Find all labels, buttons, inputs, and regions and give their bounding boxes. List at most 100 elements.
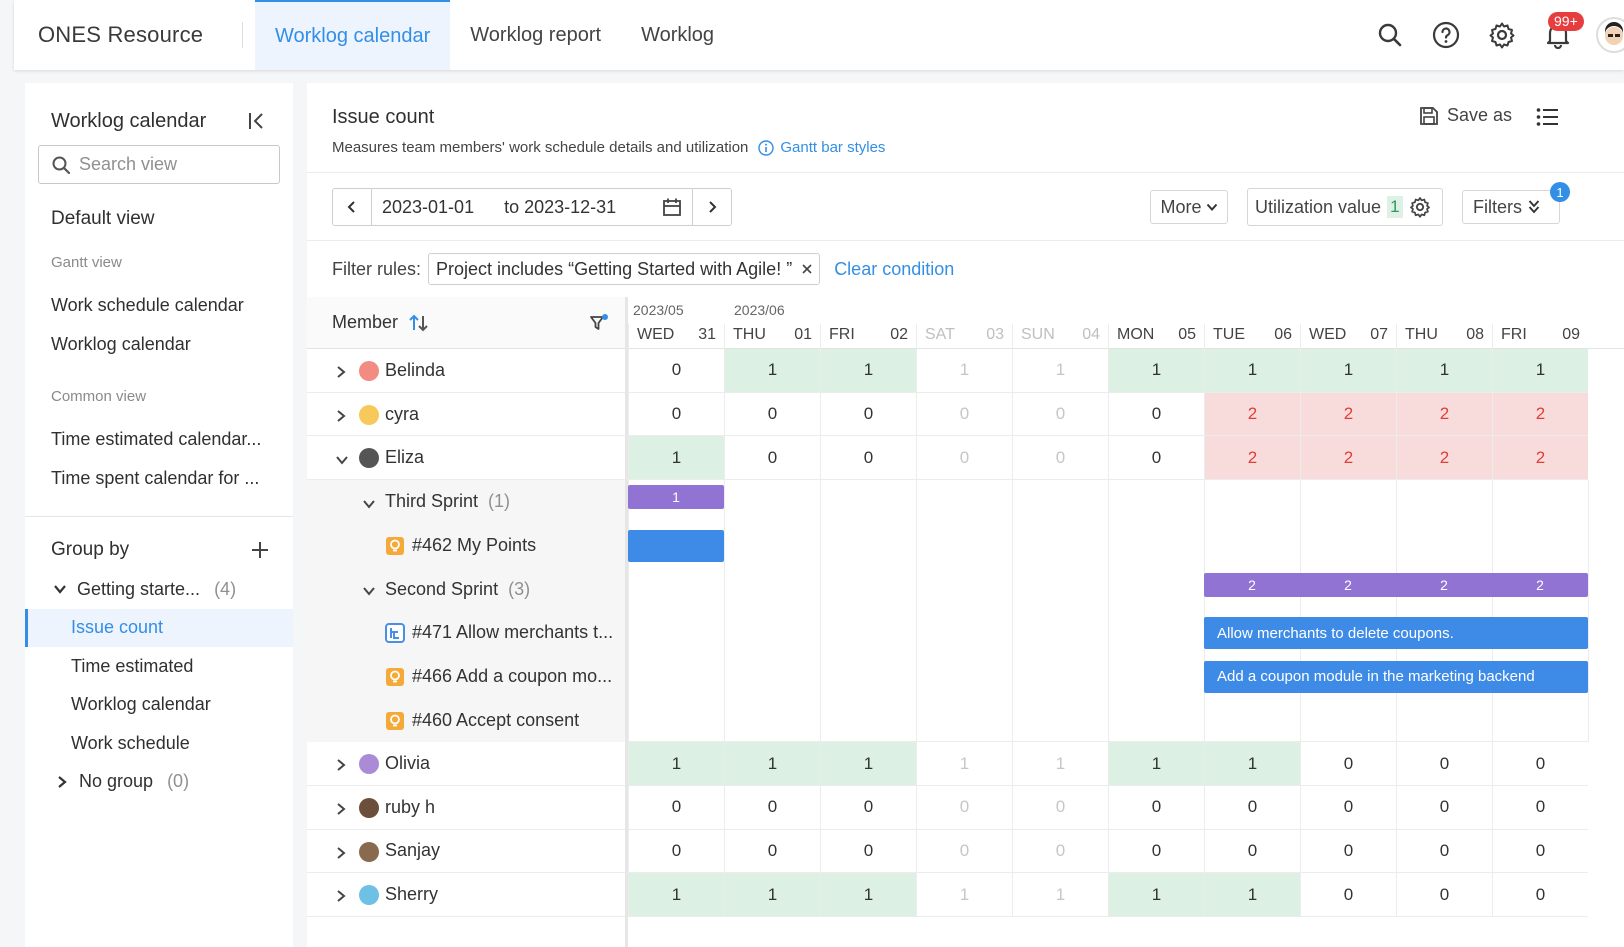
expand-toggle[interactable] [335, 800, 347, 821]
expand-toggle[interactable] [335, 363, 347, 384]
notifications-button[interactable]: 99+ [1530, 7, 1586, 63]
member-row[interactable]: Sanjay [307, 830, 625, 874]
filter-tag[interactable]: Project includes “Getting Started with A… [428, 253, 821, 285]
value-cell[interactable]: 1 [1204, 349, 1300, 393]
close-icon[interactable] [802, 264, 812, 274]
tab-worklog-calendar[interactable]: Worklog calendar [255, 0, 451, 70]
group-getting-started[interactable]: Getting starte... (4) [25, 570, 293, 609]
search-view-field[interactable] [38, 145, 280, 184]
value-cell[interactable]: 0 [1108, 786, 1204, 830]
expand-toggle[interactable] [335, 450, 349, 471]
tab-worklog-report[interactable]: Worklog report [450, 0, 621, 70]
save-as-button[interactable]: Save as [1419, 105, 1512, 126]
value-cell[interactable]: 1 [820, 742, 916, 786]
value-cell[interactable]: 2 [1204, 392, 1300, 437]
value-cell[interactable]: 1 [628, 873, 724, 918]
value-cell[interactable]: 1 [628, 436, 724, 481]
sidebar-item-work-schedule[interactable]: Work schedule [25, 724, 293, 763]
value-cell[interactable]: 1 [1012, 873, 1108, 918]
value-cell[interactable]: 0 [1108, 829, 1204, 874]
value-cell[interactable]: 0 [1108, 392, 1204, 437]
value-cell[interactable]: 2 [1204, 436, 1300, 481]
value-cell[interactable]: 0 [628, 349, 724, 393]
issue-row[interactable]: #462 My Points [307, 523, 625, 568]
value-cell[interactable]: 0 [820, 392, 916, 437]
search-view-input[interactable] [79, 154, 269, 175]
value-cell[interactable]: 0 [1204, 829, 1300, 874]
value-cell[interactable]: 2 [1300, 436, 1396, 481]
value-cell[interactable]: 2 [1396, 436, 1492, 481]
next-range-button[interactable] [693, 189, 731, 225]
member-row[interactable]: Sherry [307, 873, 625, 917]
value-cell[interactable]: 0 [1492, 742, 1588, 786]
sort-button[interactable] [408, 313, 430, 333]
value-cell[interactable]: 0 [1108, 436, 1204, 481]
expand-toggle[interactable] [335, 844, 347, 865]
sprint-row[interactable]: Third Sprint (1) [307, 480, 625, 524]
clear-condition-link[interactable]: Clear condition [834, 259, 954, 280]
expand-toggle[interactable] [362, 494, 376, 515]
group-no-group[interactable]: No group (0) [25, 763, 293, 802]
sidebar-item-worklog-calendar-sub[interactable]: Worklog calendar [25, 686, 293, 725]
value-cell[interactable]: 0 [1396, 829, 1492, 874]
issue-row[interactable]: #460 Accept consent [307, 698, 625, 743]
sprint-bar[interactable]: 2 2 2 2 [1204, 572, 1588, 597]
value-cell[interactable]: 0 [916, 786, 1012, 830]
filters-button[interactable]: Filters [1462, 190, 1560, 224]
value-cell[interactable]: 1 [916, 349, 1012, 393]
gantt-bar-styles-link[interactable]: Gantt bar styles [758, 139, 885, 156]
sidebar-item-worklog-calendar[interactable]: Worklog calendar [25, 325, 293, 364]
sidebar-item-time-estimated[interactable]: Time estimated [25, 647, 293, 686]
value-cell[interactable]: 0 [1300, 829, 1396, 874]
value-cell[interactable]: 1 [1300, 349, 1396, 393]
value-cell[interactable]: 0 [724, 829, 820, 874]
add-group-icon[interactable] [251, 541, 269, 559]
value-cell[interactable]: 2 [1300, 392, 1396, 437]
sidebar-item-time-estimated-calendar[interactable]: Time estimated calendar... [25, 420, 293, 459]
task-bar-466[interactable]: Add a coupon module in the marketing bac… [1204, 660, 1588, 693]
value-cell[interactable]: 1 [724, 873, 820, 918]
value-cell[interactable]: 0 [1492, 786, 1588, 830]
expand-toggle[interactable] [335, 407, 347, 428]
member-row[interactable]: Belinda [307, 349, 625, 393]
value-cell[interactable]: 1 [1108, 742, 1204, 786]
value-cell[interactable]: 0 [1012, 786, 1108, 830]
issue-row[interactable]: #471 Allow merchants t... [307, 611, 625, 655]
more-dropdown[interactable]: More [1150, 190, 1228, 224]
member-filter-button[interactable] [589, 313, 609, 338]
value-cell[interactable]: 0 [820, 786, 916, 830]
value-cell[interactable]: 1 [1108, 349, 1204, 393]
utilization-value-button[interactable]: Utilization value 1 [1247, 188, 1443, 226]
value-cell[interactable]: 0 [1012, 436, 1108, 481]
collapse-sidebar-icon[interactable] [247, 111, 267, 131]
user-avatar[interactable] [1596, 17, 1624, 53]
value-cell[interactable]: 0 [1300, 786, 1396, 830]
value-cell[interactable]: 1 [1012, 349, 1108, 393]
value-cell[interactable]: 1 [916, 873, 1012, 918]
value-cell[interactable]: 0 [1204, 786, 1300, 830]
value-cell[interactable]: 0 [628, 392, 724, 437]
search-button[interactable] [1362, 7, 1418, 63]
member-row[interactable]: Olivia [307, 742, 625, 786]
member-row[interactable]: ruby h [307, 786, 625, 830]
expand-toggle[interactable] [335, 887, 347, 908]
help-button[interactable] [1418, 7, 1474, 63]
list-view-icon[interactable] [1536, 107, 1560, 127]
value-cell[interactable]: 0 [724, 392, 820, 437]
value-cell[interactable]: 0 [1300, 873, 1396, 918]
sidebar-item-issue-count[interactable]: Issue count [25, 608, 293, 647]
value-cell[interactable]: 2 [1396, 392, 1492, 437]
value-cell[interactable]: 0 [724, 786, 820, 830]
value-cell[interactable]: 0 [1396, 873, 1492, 918]
sidebar-item-time-spent-calendar[interactable]: Time spent calendar for ... [25, 459, 293, 498]
settings-button[interactable] [1474, 7, 1530, 63]
value-cell[interactable]: 1 [1204, 873, 1300, 918]
value-cell[interactable]: 1 [1396, 349, 1492, 393]
value-cell[interactable]: 0 [1492, 873, 1588, 918]
prev-range-button[interactable] [333, 189, 371, 225]
value-cell[interactable]: 1 [1492, 349, 1588, 393]
value-cell[interactable]: 1 [724, 349, 820, 393]
sidebar-item-default-view[interactable]: Default view [25, 184, 293, 242]
value-cell[interactable]: 2 [1492, 436, 1588, 481]
value-cell[interactable]: 1 [628, 742, 724, 786]
